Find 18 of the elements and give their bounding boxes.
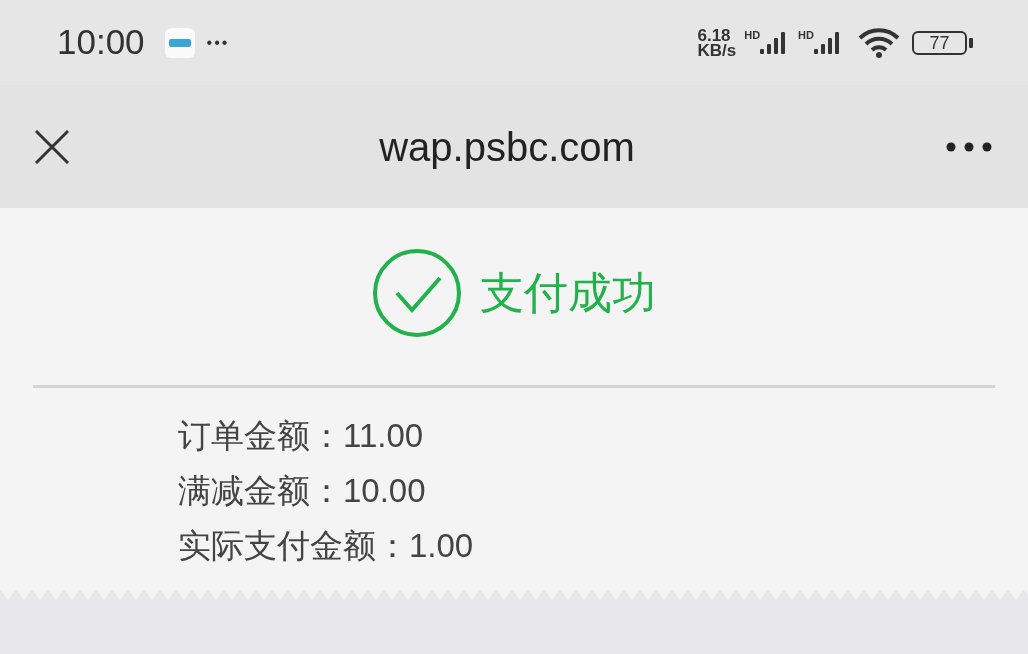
- amount-line: 订单金额：11.00: [178, 416, 425, 456]
- close-button[interactable]: [34, 128, 70, 165]
- more-icon: [946, 141, 992, 152]
- close-icon: [34, 128, 70, 165]
- wifi-icon: [858, 27, 900, 58]
- network-type-label: HD: [744, 27, 761, 43]
- battery-cap-icon: [969, 37, 973, 48]
- network-speed: 6.18 KB/s: [697, 27, 737, 58]
- success-check-icon: [372, 247, 462, 338]
- status-time: 10:00: [57, 21, 145, 64]
- success-message: 支付成功: [480, 266, 656, 319]
- more-notifications-indicator: •••: [206, 32, 230, 53]
- network-type-label: HD: [798, 27, 814, 43]
- page-title: wap.psbc.com: [379, 123, 635, 171]
- amount-line: 满减金额：10.00: [178, 471, 427, 511]
- amount-line: 实际支付金额：1.00: [178, 526, 475, 566]
- battery-indicator: 77: [912, 30, 967, 55]
- app-notification-icon: [164, 27, 195, 58]
